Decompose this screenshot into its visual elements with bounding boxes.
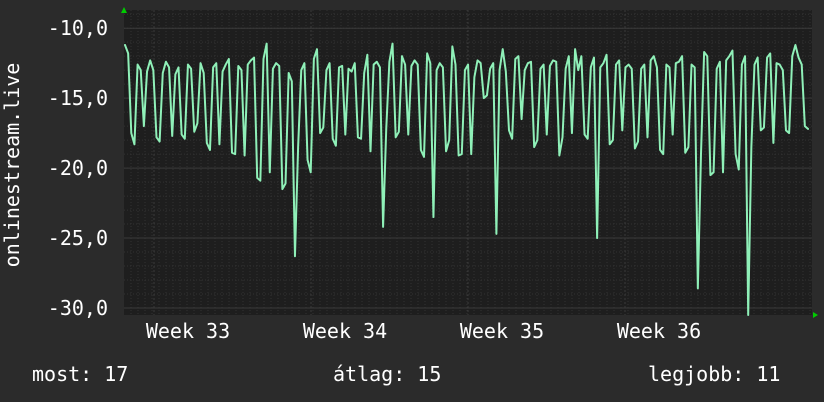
current-value: most: 17 [32,362,129,386]
y-axis-label: onlinestream.live [0,63,24,268]
chart: -10,0 -15,0 -20,0 -25,0 -30,0 Week 33 Week 34 W… [0,7,818,343]
x-tick-label: Week 36 [617,319,701,343]
average-value: átlag: 15 [333,362,442,386]
y-tick-label: -10,0 [48,16,108,40]
y-tick-label: -15,0 [48,86,108,110]
x-tick-label: Week 34 [303,319,387,343]
chart-stage: -10,0 -15,0 -20,0 -25,0 -30,0 Week 33 Week 34 W… [0,0,824,402]
x-tick-label: Week 35 [460,319,544,343]
y-tick-label: -25,0 [48,226,108,250]
y-tick-label: -30,0 [48,296,108,320]
x-tick-label: Week 33 [146,319,230,343]
y-tick-label: -20,0 [48,156,108,180]
x-axis-arrow [813,312,818,318]
best-value: legjobb: 11 [648,362,781,386]
